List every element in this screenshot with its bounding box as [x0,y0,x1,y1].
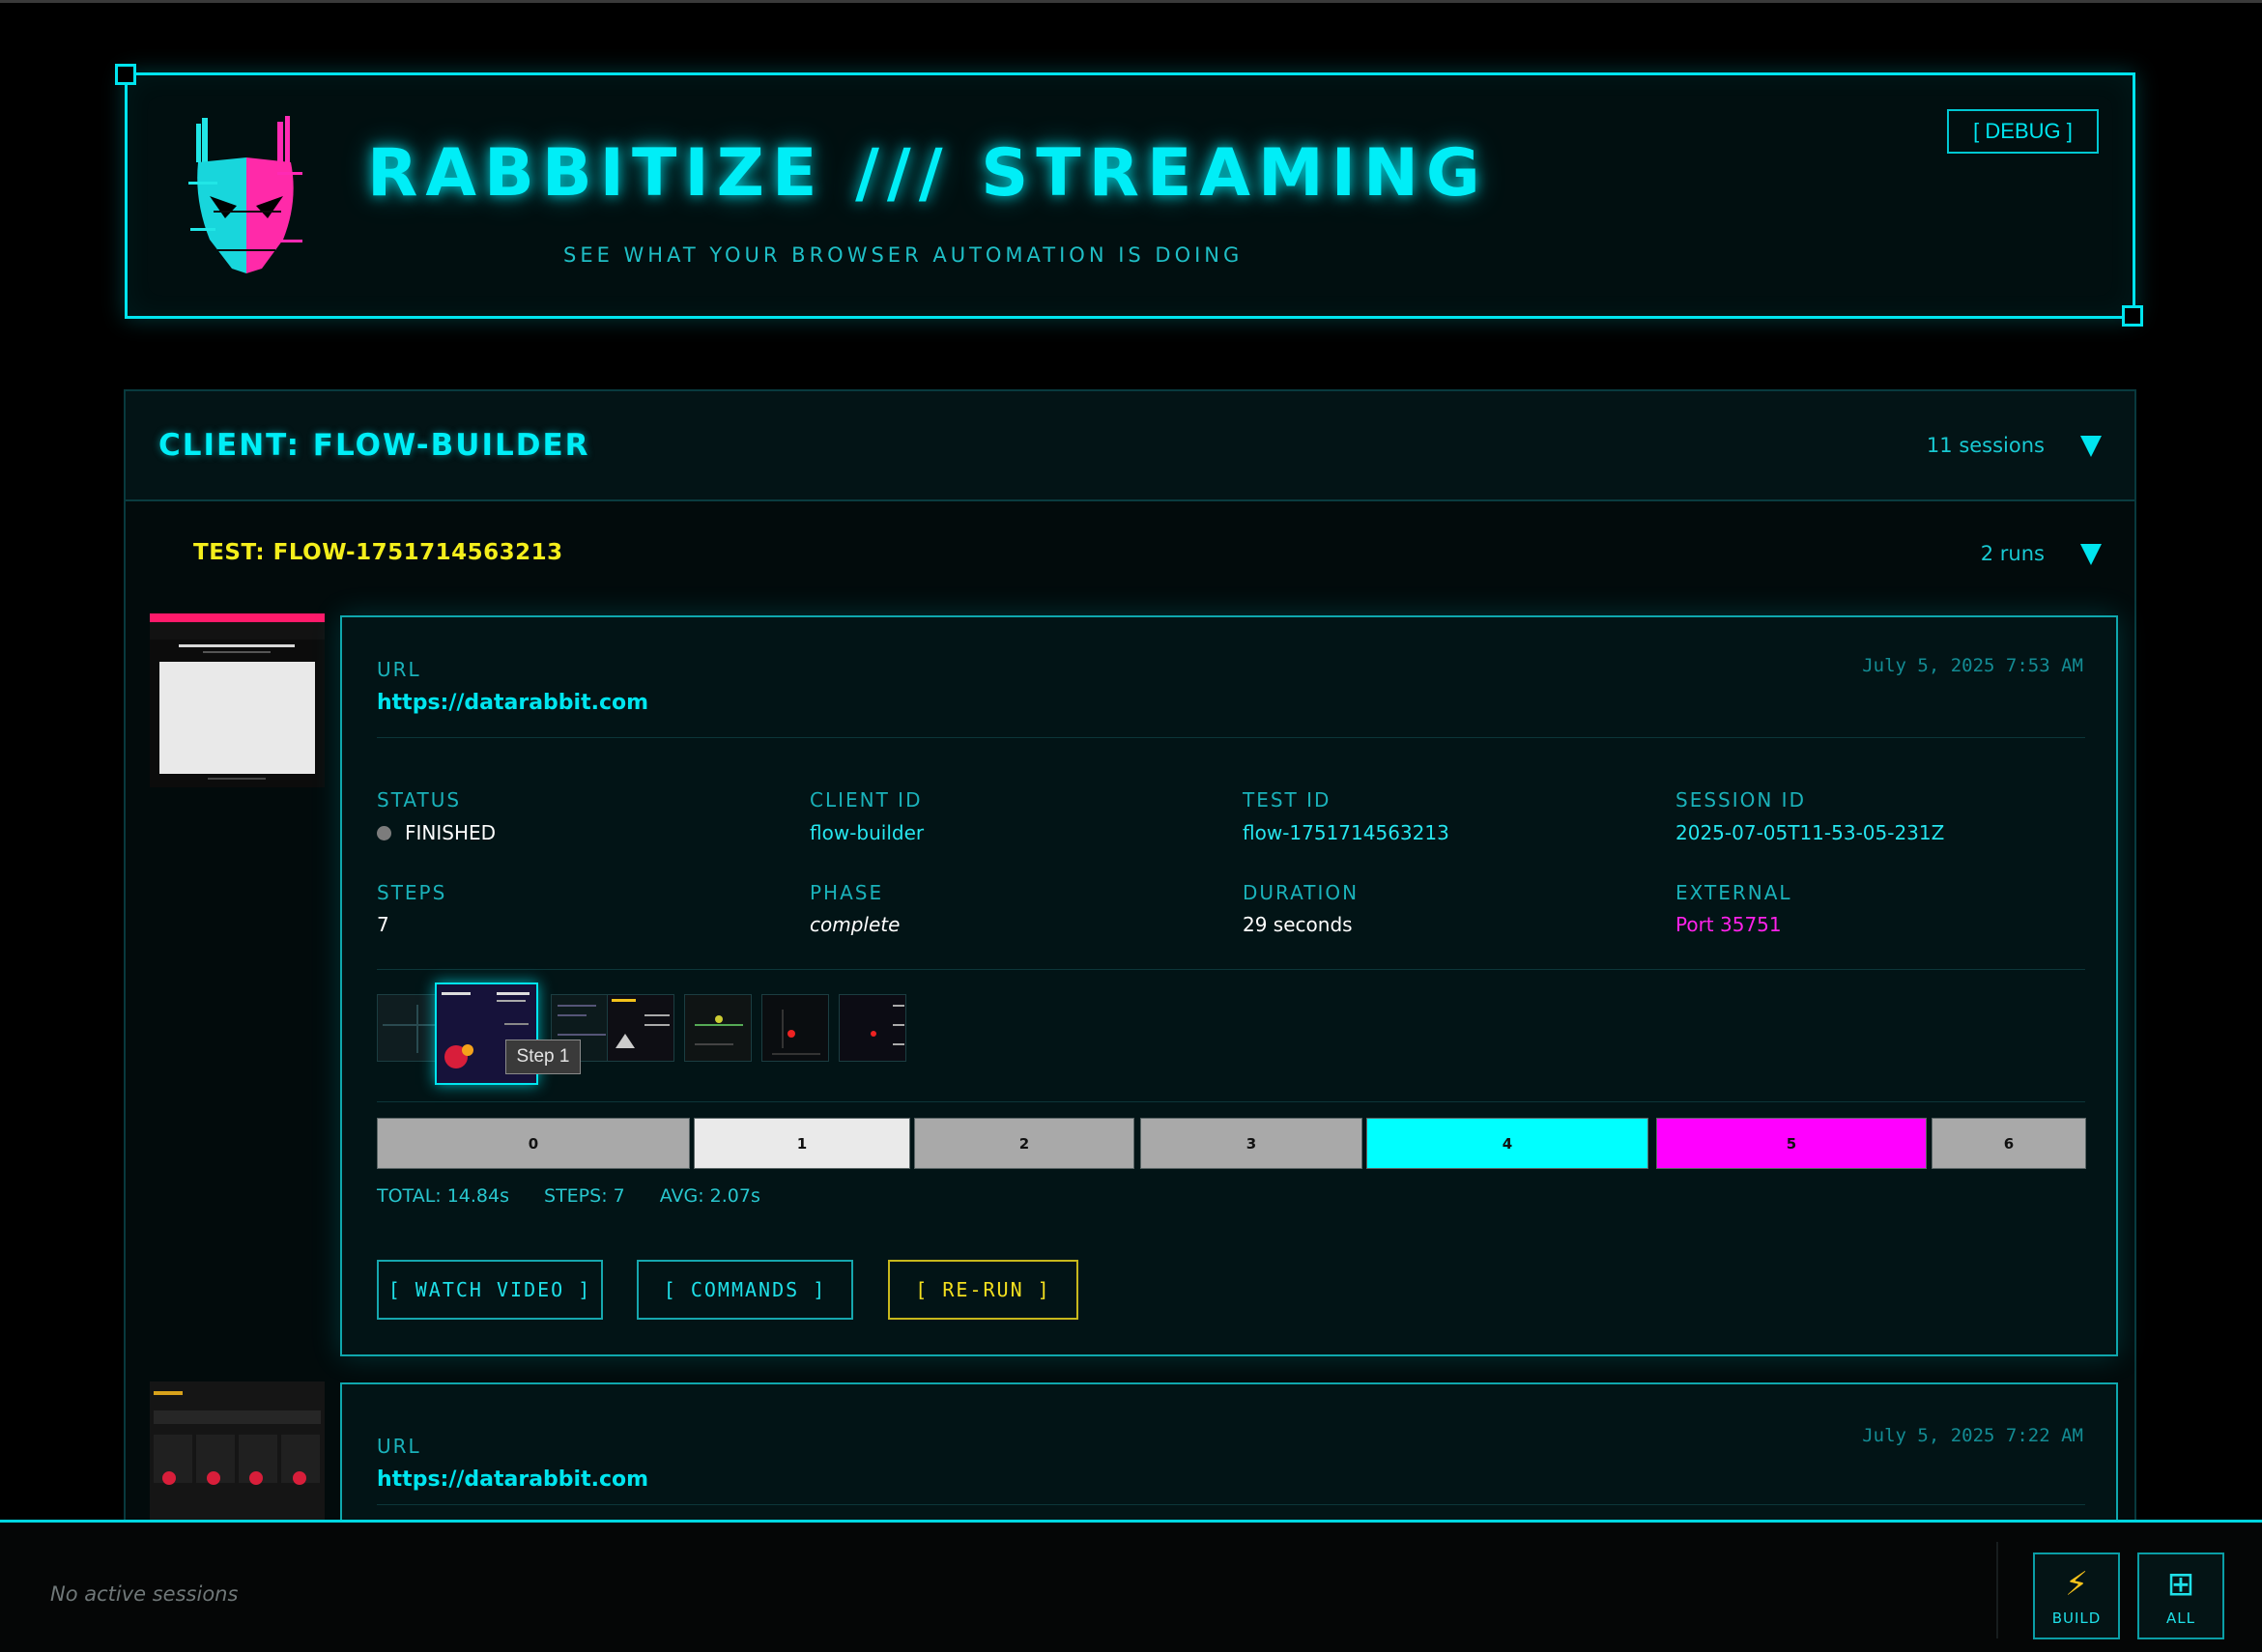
timeline-step-4[interactable]: 4 [1366,1118,1648,1169]
external-value[interactable]: Port 35751 [1675,913,1782,936]
run-url-link[interactable]: https://datarabbit.com [377,1467,648,1492]
step-screenshot[interactable] [761,994,829,1062]
top-border [0,0,2262,3]
session-id-label: SESSION ID [1675,788,1806,812]
status-dot-icon [377,826,391,840]
collapse-caret-icon[interactable] [2080,436,2102,457]
commands-button[interactable]: [ COMMANDS ] [637,1260,853,1320]
client-id-value: flow-builder [810,821,925,844]
run-timestamp: July 5, 2025 7:22 AM [1862,1425,2083,1446]
duration-label: DURATION [1243,881,1360,904]
timeline-step-2[interactable]: 2 [914,1118,1134,1169]
url-label: URL [377,658,421,681]
timeline-step-label: 5 [1786,1134,1797,1153]
status-label: STATUS [377,788,462,812]
timeline-step-5[interactable]: 5 [1656,1118,1927,1169]
lightning-icon: ⚡ [2065,1565,2088,1604]
grid-icon: ⊞ [2166,1565,2195,1604]
session-id-value: 2025-07-05T11-53-05-231Z [1675,821,1945,844]
timeline-step-1[interactable]: 1 [694,1118,910,1169]
phase-value: complete [810,913,901,936]
timeline-step-label: 6 [2003,1134,2015,1153]
step-screenshot[interactable] [684,994,752,1062]
build-button[interactable]: ⚡ BUILD [2033,1552,2120,1639]
timeline-step-0[interactable]: 0 [377,1118,690,1169]
test-header[interactable]: TEST: FLOW-1751714563213 2 runs [126,501,2134,598]
page-title: RABBITIZE /// STREAMING [367,135,1488,212]
test-title: TEST: FLOW-1751714563213 [193,540,563,565]
steps-label: STEPS [377,881,447,904]
footer-bar: No active sessions ⚡ BUILD ⊞ ALL [0,1520,2262,1652]
sessions-count: 11 sessions [1926,434,2045,457]
divider [1996,1542,1998,1638]
total-steps: STEPS: 7 [544,1185,625,1207]
step-screenshot-strip: Step 1 [377,983,918,1089]
divider [377,969,2085,970]
active-sessions-status: No active sessions [50,1582,239,1606]
header-corner-handle [2122,305,2143,327]
header-corner-handle [115,64,136,85]
external-label: EXTERNAL [1675,881,1792,904]
timeline-step-label: 2 [1018,1134,1030,1153]
test-id-value: flow-1751714563213 [1243,821,1449,844]
page-subtitle: SEE WHAT YOUR BROWSER AUTOMATION IS DOIN… [563,243,1244,267]
step-screenshot[interactable] [839,994,906,1062]
total-time: TOTAL: 14.84s [377,1185,510,1207]
run-thumbnail[interactable] [150,1381,325,1520]
divider [377,1101,2085,1102]
all-button[interactable]: ⊞ ALL [2137,1552,2224,1639]
run-timestamp: July 5, 2025 7:53 AM [1862,655,2083,676]
all-label: ALL [2166,1609,2195,1627]
avg-time: AVG: 2.07s [659,1185,760,1207]
timeline-stats: TOTAL: 14.84s STEPS: 7 AVG: 2.07s [377,1185,795,1207]
timeline-step-label: 1 [796,1134,808,1153]
debug-button[interactable]: [ DEBUG ] [1947,109,2099,154]
step-screenshot[interactable] [607,994,674,1062]
divider [377,737,2085,738]
build-label: BUILD [2051,1609,2102,1627]
divider [377,1504,2085,1505]
phase-label: PHASE [810,881,884,904]
client-title: CLIENT: FLOW-BUILDER [158,428,590,463]
step-timeline: 0 1 2 3 4 5 6 [377,1118,2086,1169]
timeline-step-3[interactable]: 3 [1140,1118,1362,1169]
rerun-button[interactable]: [ RE-RUN ] [888,1260,1078,1320]
timeline-step-label: 3 [1246,1134,1257,1153]
duration-value: 29 seconds [1243,913,1353,936]
test-id-label: TEST ID [1243,788,1331,812]
timeline-step-label: 0 [528,1134,539,1153]
rabbit-mask-logo [188,116,302,273]
step-tooltip: Step 1 [505,1040,581,1074]
status-value: FINISHED [405,821,497,844]
run-card: URL https://datarabbit.com July 5, 2025 … [340,615,2118,1356]
run-url-link[interactable]: https://datarabbit.com [377,691,648,715]
client-header[interactable]: CLIENT: FLOW-BUILDER 11 sessions [126,391,2134,501]
timeline-step-6[interactable]: 6 [1932,1118,2086,1169]
collapse-caret-icon[interactable] [2080,544,2102,565]
run-thumbnail[interactable] [150,613,325,787]
client-id-label: CLIENT ID [810,788,923,812]
steps-value: 7 [377,913,389,936]
watch-video-button[interactable]: [ WATCH VIDEO ] [377,1260,603,1320]
runs-count: 2 runs [1980,542,2045,565]
timeline-step-label: 4 [1502,1134,1513,1153]
url-label: URL [377,1435,421,1458]
